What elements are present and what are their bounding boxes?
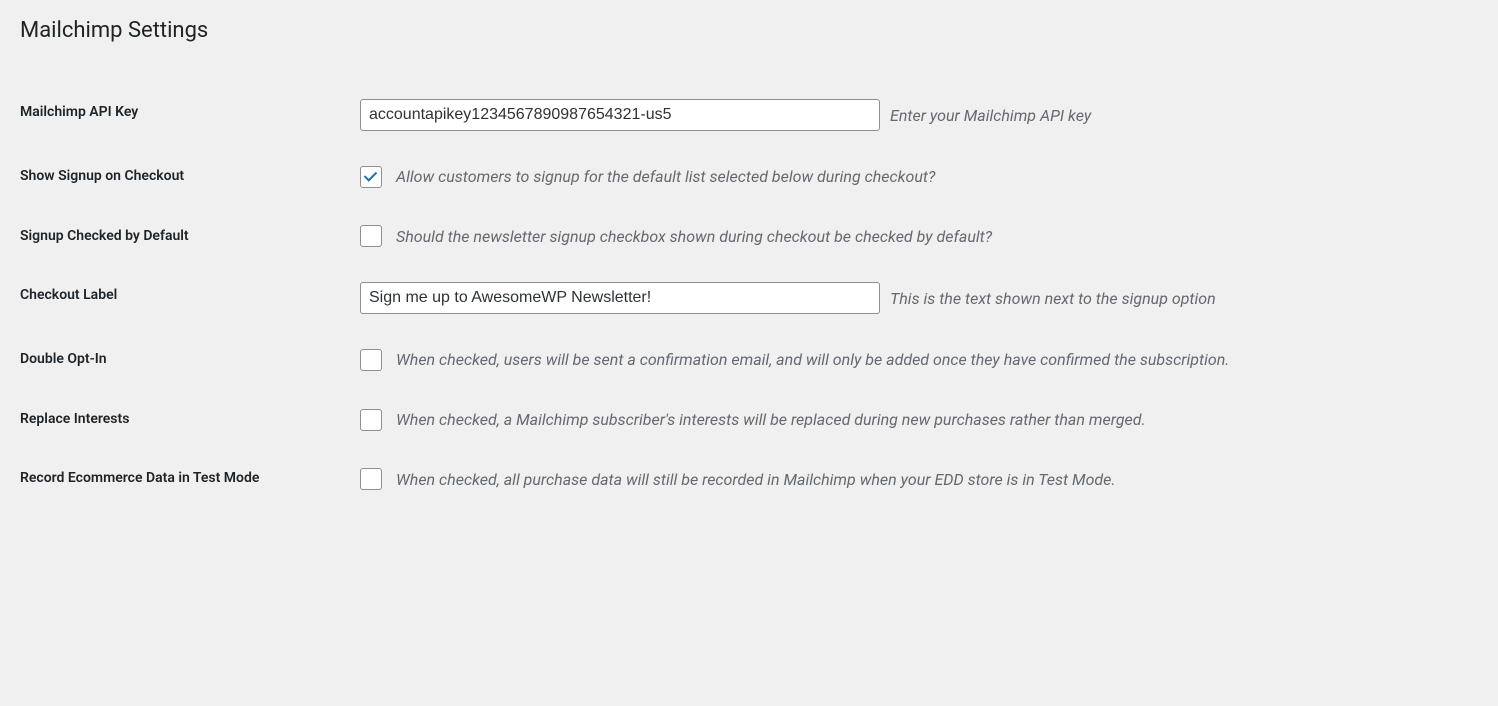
settings-form-table: Mailchimp API Key Enter your Mailchimp A… <box>20 83 1478 509</box>
label-signup-checked: Signup Checked by Default <box>20 207 350 267</box>
label-show-signup: Show Signup on Checkout <box>20 147 350 207</box>
row-replace-interests: Replace Interests When checked, a Mailch… <box>20 390 1478 450</box>
api-key-input[interactable] <box>360 99 880 131</box>
row-show-signup: Show Signup on Checkout Allow customers … <box>20 147 1478 207</box>
label-double-optin: Double Opt-In <box>20 330 350 390</box>
row-double-optin: Double Opt-In When checked, users will b… <box>20 330 1478 390</box>
signup-checked-description: Should the newsletter signup checkbox sh… <box>396 227 992 246</box>
checkout-label-description: This is the text shown next to the signu… <box>890 289 1216 308</box>
record-test-mode-description: When checked, all purchase data will sti… <box>396 470 1115 489</box>
record-test-mode-checkbox[interactable] <box>360 468 382 490</box>
replace-interests-checkbox[interactable] <box>360 409 382 431</box>
replace-interests-description: When checked, a Mailchimp subscriber's i… <box>396 410 1146 429</box>
label-api-key: Mailchimp API Key <box>20 83 350 147</box>
signup-checked-checkbox[interactable] <box>360 225 382 247</box>
row-signup-checked: Signup Checked by Default Should the new… <box>20 207 1478 267</box>
label-checkout-label: Checkout Label <box>20 266 350 330</box>
api-key-description: Enter your Mailchimp API key <box>890 106 1091 125</box>
show-signup-description: Allow customers to signup for the defaul… <box>396 167 935 186</box>
double-optin-checkbox[interactable] <box>360 349 382 371</box>
show-signup-checkbox[interactable] <box>360 166 382 188</box>
row-api-key: Mailchimp API Key Enter your Mailchimp A… <box>20 83 1478 147</box>
label-replace-interests: Replace Interests <box>20 390 350 450</box>
row-checkout-label: Checkout Label This is the text shown ne… <box>20 266 1478 330</box>
row-record-test-mode: Record Ecommerce Data in Test Mode When … <box>20 449 1478 509</box>
label-record-test-mode: Record Ecommerce Data in Test Mode <box>20 449 350 509</box>
checkout-label-input[interactable] <box>360 282 880 314</box>
double-optin-description: When checked, users will be sent a confi… <box>396 350 1229 369</box>
page-title: Mailchimp Settings <box>20 18 1478 43</box>
